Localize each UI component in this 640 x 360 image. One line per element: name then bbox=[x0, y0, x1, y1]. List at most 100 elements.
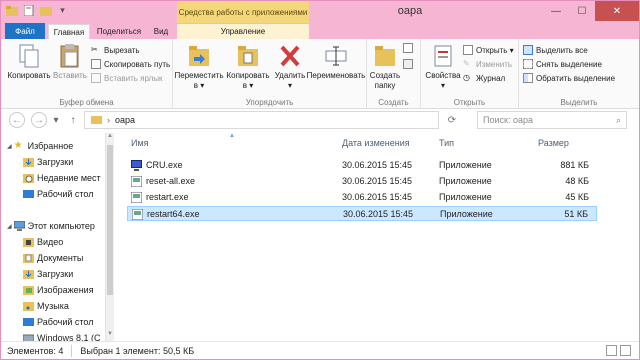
details-view-icon[interactable] bbox=[606, 345, 617, 356]
refresh-button[interactable]: ⟳ bbox=[445, 112, 459, 128]
tab-home[interactable]: Главная bbox=[48, 24, 90, 39]
nav-recent-places[interactable]: Недавние мест bbox=[23, 171, 115, 185]
maximize-button[interactable]: ☐ bbox=[569, 1, 595, 21]
move-to-button[interactable]: Переместить в ▾ bbox=[175, 43, 224, 91]
tab-file[interactable]: Файл bbox=[5, 23, 45, 39]
recent-dropdown-icon[interactable]: ▾ bbox=[51, 112, 61, 128]
copy-folder-icon bbox=[237, 43, 259, 69]
nav-desktop[interactable]: Рабочий стол bbox=[23, 187, 115, 201]
nav-label: Избранное bbox=[27, 141, 74, 151]
back-button[interactable]: ← bbox=[9, 112, 25, 128]
file-row-restart[interactable]: restart.exe 30.06.2015 15:45 Приложение … bbox=[127, 190, 597, 205]
nav-favorites[interactable]: ◢ ★ Избранное bbox=[7, 139, 111, 153]
copy-to-button[interactable]: Копировать в ▾ bbox=[225, 43, 271, 91]
tab-share[interactable]: Поделиться bbox=[93, 24, 145, 39]
file-row-restart64[interactable]: restart64.exe 30.06.2015 15:45 Приложени… bbox=[127, 206, 597, 221]
recent-places-icon bbox=[23, 173, 34, 183]
scroll-thumb[interactable] bbox=[107, 145, 113, 295]
column-header-modified[interactable]: Дата изменения bbox=[342, 138, 410, 148]
scroll-up-icon[interactable]: ▲ bbox=[106, 133, 114, 143]
nav-music[interactable]: Музыка bbox=[23, 299, 115, 313]
edit-button[interactable]: ✎ Изменить bbox=[463, 59, 512, 69]
downloads-icon bbox=[23, 269, 34, 279]
select-none-icon bbox=[523, 59, 533, 69]
qat-dropdown-icon[interactable]: ▾ bbox=[56, 4, 69, 17]
new-item-button[interactable] bbox=[403, 43, 413, 53]
open-icon bbox=[463, 45, 473, 55]
nav-label: Загрузки bbox=[37, 269, 74, 279]
nav-drive-c[interactable]: Windows 8.1 (C bbox=[23, 331, 115, 341]
cut-button[interactable]: ✂ Вырезать bbox=[91, 45, 140, 55]
easy-access-button[interactable] bbox=[403, 59, 413, 69]
paste-button[interactable]: Вставить bbox=[53, 43, 87, 81]
scroll-down-icon[interactable]: ▼ bbox=[106, 331, 114, 341]
rename-button[interactable]: Переименовать bbox=[307, 43, 365, 81]
properties-button[interactable]: Свойства ▾ bbox=[425, 43, 461, 91]
open-label: Открыть ▾ bbox=[476, 45, 514, 55]
breadcrumb-current[interactable]: oapa bbox=[115, 115, 135, 125]
nav-downloads[interactable]: Загрузки bbox=[23, 155, 115, 169]
new-folder-button[interactable]: Создать папку bbox=[369, 43, 401, 91]
history-button[interactable]: ◷ Журнал bbox=[463, 73, 505, 83]
nav-pictures[interactable]: Изображения bbox=[23, 283, 115, 297]
nav-documents[interactable]: Документы bbox=[23, 251, 115, 265]
large-icons-view-icon[interactable] bbox=[620, 345, 631, 356]
nav-scrollbar[interactable]: ▲ ▼ bbox=[105, 133, 114, 341]
column-header-name[interactable]: Имя bbox=[131, 138, 149, 148]
invert-selection-button[interactable]: Обратить выделение bbox=[523, 73, 615, 83]
address-bar[interactable]: › oapa bbox=[84, 111, 439, 129]
select-all-label: Выделить все bbox=[536, 45, 588, 55]
delete-button[interactable]: Удалить ▾ bbox=[273, 43, 307, 91]
nav-downloads-pc[interactable]: Загрузки bbox=[23, 267, 115, 281]
nav-this-pc[interactable]: ◢ Этот компьютер bbox=[7, 219, 111, 233]
forward-button[interactable]: → bbox=[31, 112, 47, 128]
address-row: ← → ▾ ↑ › oapa ⟳ Поиск: oapa ⌕ bbox=[1, 109, 639, 131]
search-input[interactable]: Поиск: oapa ⌕ bbox=[477, 111, 627, 129]
nav-label: Загрузки bbox=[37, 157, 74, 167]
nav-label: Этот компьютер bbox=[27, 221, 95, 231]
file-name: restart64.exe bbox=[147, 209, 200, 219]
select-none-button[interactable]: Снять выделение bbox=[523, 59, 602, 69]
nav-label: Видео bbox=[37, 237, 64, 247]
cut-label: Вырезать bbox=[104, 45, 140, 55]
properties-quick-icon[interactable] bbox=[22, 4, 35, 17]
open-button[interactable]: Открыть ▾ bbox=[463, 45, 514, 55]
copy-button[interactable]: Копировать bbox=[7, 43, 51, 81]
nav-label: Музыка bbox=[37, 301, 69, 311]
close-button[interactable]: ✕ bbox=[595, 1, 639, 21]
nav-videos[interactable]: Видео bbox=[23, 235, 115, 249]
new-group-label: Создать bbox=[378, 98, 409, 107]
exe-app-icon bbox=[131, 208, 144, 221]
rename-label: Переименовать bbox=[306, 71, 366, 80]
scissors-icon: ✂ bbox=[91, 45, 98, 54]
tab-manage[interactable]: Управление bbox=[177, 24, 309, 39]
properties-dropdown: ▾ bbox=[440, 81, 445, 90]
new-group: Создать папку Создать bbox=[367, 39, 421, 109]
file-size: 51 КБ bbox=[564, 209, 588, 219]
select-all-button[interactable]: Выделить все bbox=[523, 45, 588, 55]
file-row-cru[interactable]: CRU.exe 30.06.2015 15:45 Приложение 881 … bbox=[127, 158, 597, 173]
music-icon bbox=[23, 301, 34, 311]
nav-label: Недавние мест bbox=[37, 173, 101, 183]
nav-desktop-pc[interactable]: Рабочий стол bbox=[23, 315, 115, 329]
paste-shortcut-button[interactable]: Вставить ярлык bbox=[91, 73, 163, 83]
select-all-icon bbox=[523, 45, 533, 55]
column-header-size[interactable]: Размер bbox=[538, 138, 569, 148]
navigation-pane: ◢ ★ Избранное Загрузки Недавние мест Раб… bbox=[1, 133, 115, 341]
file-type: Приложение bbox=[439, 160, 492, 170]
copy-path-button[interactable]: Скопировать путь bbox=[91, 59, 170, 69]
up-button[interactable]: ↑ bbox=[65, 112, 81, 128]
nav-label: Windows 8.1 (C bbox=[37, 333, 101, 341]
minimize-button[interactable]: — bbox=[543, 1, 569, 21]
exe-app-icon bbox=[130, 175, 143, 188]
move-to-label-2: в ▾ bbox=[193, 81, 205, 90]
file-row-reset-all[interactable]: reset-all.exe 30.06.2015 15:45 Приложени… bbox=[127, 174, 597, 189]
file-name: restart.exe bbox=[146, 192, 189, 202]
new-folder-quick-icon[interactable] bbox=[39, 4, 52, 17]
file-modified: 30.06.2015 15:45 bbox=[342, 176, 413, 186]
history-label: Журнал bbox=[476, 73, 506, 83]
column-header-type[interactable]: Тип bbox=[439, 138, 454, 148]
delete-label: Удалить bbox=[274, 71, 306, 80]
tab-view[interactable]: Вид bbox=[147, 24, 175, 39]
view-switcher bbox=[606, 345, 631, 356]
